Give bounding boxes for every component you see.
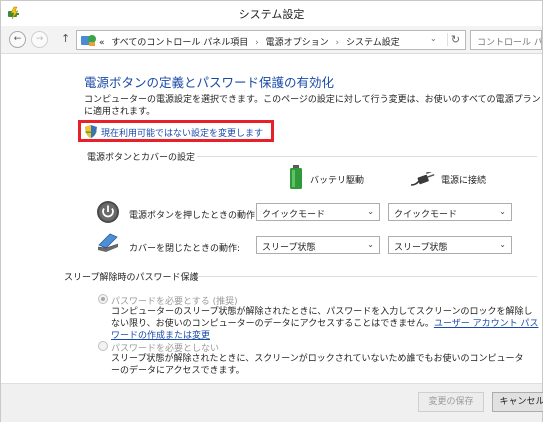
address-bar[interactable]: « すべてのコントロール パネル項目 › 電源オプション › システム設定 ⌄ …	[76, 30, 466, 50]
battery-icon	[290, 165, 302, 189]
select-value: スリープ状態	[262, 243, 316, 253]
battery-column-header: バッテリ駆動	[310, 176, 365, 186]
control-panel-icon	[81, 35, 96, 46]
lid-close-action-label: カバーを閉じたときの動作:	[129, 244, 241, 254]
select-value: クイックモード	[394, 210, 458, 220]
power-button-icon	[97, 201, 119, 223]
breadcrumb-separator-icon: ›	[255, 38, 259, 48]
power-button-battery-select[interactable]: クイックモード ⌄	[256, 203, 380, 221]
page-description: コンピューターの電源設定を選択できます。このページの設定に対して行う変更は、お使…	[84, 95, 541, 117]
password-section-label: スリープ解除時のパスワード保護	[64, 273, 199, 283]
uac-shield-icon	[85, 125, 97, 138]
search-input[interactable]: コントロール パネル	[470, 30, 542, 50]
plugged-column-header: 電源に接続	[441, 176, 487, 186]
require-password-radio[interactable]	[98, 294, 108, 304]
require-password-description: コンピューターのスリープ状態が解除されたときに、パスワードを入力してスクリーンの…	[111, 306, 539, 342]
breadcrumb-overflow[interactable]: «	[99, 38, 105, 48]
breadcrumb-item-power-options[interactable]: 電源オプション	[266, 38, 329, 48]
breadcrumb-item-all-items[interactable]: すべてのコントロール パネル項目	[111, 38, 248, 48]
forward-button[interactable]: →	[31, 31, 48, 48]
search-placeholder: コントロール パネル	[477, 38, 542, 48]
window-title: システム設定	[238, 8, 305, 21]
select-value: クイックモード	[262, 210, 326, 220]
save-changes-button[interactable]: 変更の保存	[418, 392, 484, 412]
power-button-plugged-select[interactable]: クイックモード ⌄	[388, 203, 512, 221]
title-bar: システム設定	[1, 1, 542, 25]
breadcrumb-separator-icon: ›	[335, 38, 340, 48]
cancel-button[interactable]: キャンセル	[492, 392, 543, 412]
no-password-radio[interactable]	[98, 341, 108, 351]
change-unavailable-settings-link[interactable]: 現在利用可能ではない設定を変更します	[101, 126, 263, 139]
address-dropdown-icon[interactable]: ⌄	[430, 34, 437, 43]
up-button[interactable]: ↑	[61, 32, 70, 45]
plug-icon	[410, 172, 435, 186]
main-content: 電源ボタンの定義とパスワード保護の有効化 コンピューターの電源設定を選択できます…	[1, 55, 542, 383]
breadcrumb: « すべてのコントロール パネル項目 › 電源オプション › システム設定	[99, 35, 400, 48]
breadcrumb-item-system-settings[interactable]: システム設定	[346, 38, 400, 48]
system-settings-window: システム設定 ← → ↑ « すべてのコントロール パネル項目 › 電源オプショ…	[0, 0, 543, 422]
lid-close-plugged-select[interactable]: スリープ状態 ⌄	[388, 236, 512, 254]
power-button-action-label: 電源ボタンを押したときの動作:	[129, 211, 259, 221]
section-divider	[197, 276, 537, 277]
page-title: 電源ボタンの定義とパスワード保護の有効化	[84, 75, 335, 90]
back-button[interactable]: ←	[9, 31, 26, 48]
lid-close-battery-select[interactable]: スリープ状態 ⌄	[256, 236, 380, 254]
footer-bar: 変更の保存 キャンセル	[1, 383, 543, 422]
laptop-lid-icon	[97, 233, 119, 252]
section-divider	[197, 156, 537, 157]
navigation-bar: ← → ↑ « すべてのコントロール パネル項目 › 電源オプション › システ…	[1, 26, 542, 54]
power-section-label: 電源ボタンとカバーの設定	[87, 153, 196, 163]
chevron-down-icon: ⌄	[499, 240, 506, 249]
chevron-down-icon: ⌄	[367, 240, 374, 249]
select-value: スリープ状態	[394, 243, 448, 253]
no-password-description: スリープ状態が解除されたときに、スクリーンがロックされていないため誰でもお使いの…	[111, 354, 524, 376]
chevron-down-icon: ⌄	[367, 207, 374, 216]
refresh-icon[interactable]: ↻	[447, 33, 463, 46]
chevron-down-icon: ⌄	[499, 207, 506, 216]
